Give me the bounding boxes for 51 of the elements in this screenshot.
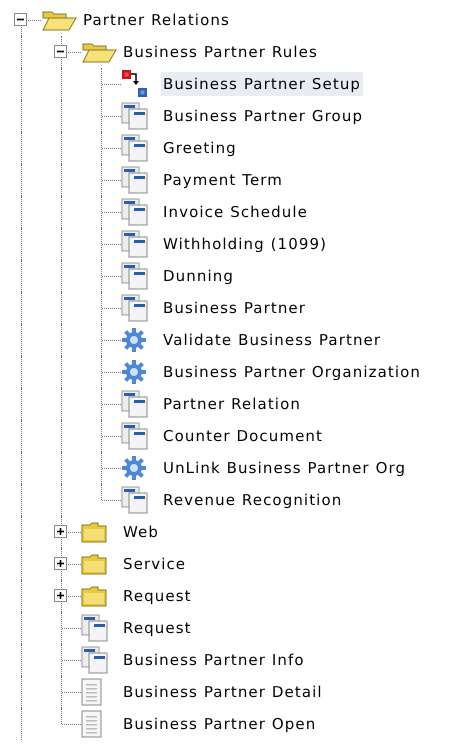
folder-icon xyxy=(81,521,107,543)
tree-item[interactable]: Business Partner Open xyxy=(121,712,318,736)
window-icon xyxy=(121,422,149,450)
collapse-toggle[interactable] xyxy=(54,45,67,58)
tree-item[interactable]: Service xyxy=(121,552,188,576)
document-icon xyxy=(81,710,103,738)
expand-toggle[interactable] xyxy=(54,557,67,570)
window-icon xyxy=(121,198,149,226)
tree-item[interactable]: Business Partner Organization xyxy=(161,360,423,384)
tree-item[interactable]: Partner Relation xyxy=(161,392,303,416)
tree-item[interactable]: Revenue Recognition xyxy=(161,488,344,512)
window-icon xyxy=(121,166,149,194)
tree-item[interactable]: Business Partner Setup xyxy=(161,72,364,96)
collapse-toggle[interactable] xyxy=(14,13,27,26)
window-icon xyxy=(121,134,149,162)
tree-item[interactable]: UnLink Business Partner Org xyxy=(161,456,408,480)
open-folder-icon xyxy=(41,9,77,31)
tree-item[interactable]: Business Partner xyxy=(161,296,308,320)
tree-item[interactable]: Dunning xyxy=(161,264,236,288)
gear-icon xyxy=(121,359,147,385)
folder-icon xyxy=(81,585,107,607)
window-icon xyxy=(121,390,149,418)
tree-item[interactable]: Validate Business Partner xyxy=(161,328,384,352)
window-icon xyxy=(81,614,109,642)
tree-item[interactable]: Business Partner Detail xyxy=(121,680,325,704)
workflow-icon xyxy=(121,69,149,99)
tree-item[interactable]: Counter Document xyxy=(161,424,326,448)
tree-item[interactable]: Partner Relations xyxy=(81,8,232,32)
document-icon xyxy=(81,678,103,706)
tree-item[interactable]: Business Partner Info xyxy=(121,648,307,672)
gear-icon xyxy=(121,455,147,481)
window-icon xyxy=(121,294,149,322)
window-icon xyxy=(121,262,149,290)
tree-item[interactable]: Business Partner Rules xyxy=(121,40,320,64)
tree-item[interactable]: Withholding (1099) xyxy=(161,232,330,256)
open-folder-icon xyxy=(81,41,117,63)
window-icon xyxy=(121,102,149,130)
expand-toggle[interactable] xyxy=(54,589,67,602)
tree-item[interactable]: Request xyxy=(121,616,194,640)
window-icon xyxy=(121,486,149,514)
expand-toggle[interactable] xyxy=(54,525,67,538)
tree-item[interactable]: Invoice Schedule xyxy=(161,200,310,224)
tree-item[interactable]: Business Partner Group xyxy=(161,104,366,128)
tree-item[interactable]: Request xyxy=(121,584,194,608)
window-icon xyxy=(81,646,109,674)
tree-item[interactable]: Payment Term xyxy=(161,168,285,192)
tree-item[interactable]: Web xyxy=(121,520,162,544)
folder-icon xyxy=(81,553,107,575)
gear-icon xyxy=(121,327,147,353)
tree-item[interactable]: Greeting xyxy=(161,136,239,160)
window-icon xyxy=(121,230,149,258)
